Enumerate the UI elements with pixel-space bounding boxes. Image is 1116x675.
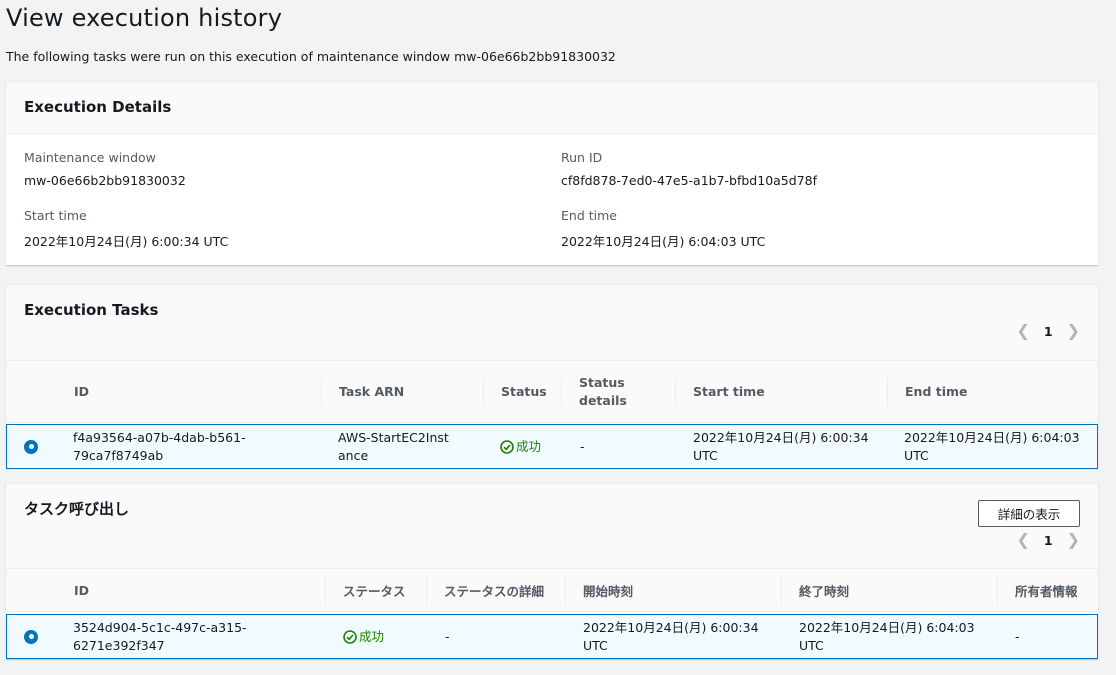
status-text: 成功 — [516, 438, 542, 454]
run-id-value: cf8fd878-7ed0-47e5-a1b7-bfbd10a5d78f — [561, 173, 818, 188]
start-time-field: Start time 2022年10月24日(月) 6:00:34 UTC — [24, 208, 228, 250]
end-time-field: End time 2022年10月24日(月) 6:04:03 UTC — [561, 208, 765, 250]
column-header-task-arn[interactable]: Task ARN — [321, 361, 483, 422]
column-header-id[interactable]: ID — [56, 361, 321, 422]
run-id-label: Run ID — [561, 150, 603, 165]
invocation-status-details-cell: - — [445, 628, 450, 644]
column-header-id[interactable]: ID — [56, 569, 325, 611]
page-number[interactable]: 1 — [1044, 533, 1053, 548]
page-description: The following tasks were run on this exe… — [6, 49, 616, 64]
execution-details-panel: Execution Details Maintenance window mw-… — [6, 81, 1098, 265]
page-number[interactable]: 1 — [1044, 324, 1053, 339]
maintenance-window-label: Maintenance window — [24, 150, 156, 165]
table-row[interactable]: f4a93564-a07b-4dab-b561-79ca7f8749ab AWS… — [6, 424, 1098, 469]
end-time-label: End time — [561, 208, 617, 223]
chevron-right-icon[interactable]: ❯ — [1067, 323, 1080, 339]
invocation-start-time-cell: 2022年10月24日(月) 6:00:34 UTC — [583, 619, 759, 653]
execution-details-header: Execution Details — [6, 82, 1098, 134]
task-id-cell: f4a93564-a07b-4dab-b561-79ca7f8749ab — [73, 429, 246, 463]
chevron-right-icon[interactable]: ❯ — [1067, 532, 1080, 548]
column-header-owner-info[interactable]: 所有者情報 — [997, 569, 1098, 611]
chevron-left-icon[interactable]: ❮ — [1016, 323, 1029, 339]
invocation-end-time-cell: 2022年10月24日(月) 6:04:03 UTC — [799, 619, 975, 653]
column-header-start-time[interactable]: 開始時刻 — [565, 569, 781, 611]
status-text: 成功 — [359, 628, 385, 644]
radio-selected-icon[interactable] — [24, 439, 38, 454]
execution-tasks-pagination: ❮ 1 ❯ — [1016, 323, 1080, 339]
column-header-status-details[interactable]: ステータスの詳細 — [426, 569, 565, 611]
column-header-start-time[interactable]: Start time — [675, 361, 887, 422]
maintenance-window-field: Maintenance window mw-06e66b2bb91830032 — [24, 150, 186, 188]
task-arn-cell: AWS-StartEC2Instance — [338, 429, 449, 463]
status-success: 成功 — [343, 628, 384, 646]
chevron-left-icon[interactable]: ❮ — [1016, 532, 1029, 548]
task-end-time-cell: 2022年10月24日(月) 6:04:03 UTC — [904, 429, 1080, 463]
column-header-end-time[interactable]: End time — [887, 361, 1098, 422]
execution-tasks-panel: Execution Tasks ❮ 1 ❯ ID Task ARN Status… — [6, 284, 1098, 469]
invocation-owner-info-cell: - — [1015, 628, 1020, 644]
invocation-status-cell: 成功 — [343, 615, 423, 658]
task-invocations-title: タスク呼び出し — [24, 500, 130, 518]
run-id-field: Run ID cf8fd878-7ed0-47e5-a1b7-bfbd10a5d… — [561, 150, 817, 188]
invocation-id-cell: 3524d904-5c1c-497c-a315-6271e392f347 — [73, 619, 247, 653]
page-title: View execution history — [6, 4, 283, 32]
column-header-status[interactable]: Status — [483, 361, 561, 422]
task-status-cell: 成功 — [500, 425, 548, 468]
status-success: 成功 — [500, 438, 544, 456]
execution-details-title: Execution Details — [24, 98, 172, 116]
column-header-status-details[interactable]: Status details — [561, 361, 675, 422]
start-time-value: 2022年10月24日(月) 6:00:34 UTC — [24, 234, 229, 249]
status-success-icon — [500, 439, 514, 454]
execution-tasks-table-header: ID Task ARN Status Status details Start … — [6, 360, 1098, 423]
status-success-icon — [343, 629, 357, 644]
column-header-status[interactable]: ステータス — [325, 569, 426, 611]
task-status-details-cell: - — [580, 438, 585, 454]
task-invocations-panel: タスク呼び出し 詳細の表示 ❮ 1 ❯ ID ステータス ステータスの詳細 開始… — [6, 483, 1098, 659]
column-header-end-time[interactable]: 終了時刻 — [781, 569, 997, 611]
table-row[interactable]: 3524d904-5c1c-497c-a315-6271e392f347 成功 … — [6, 614, 1098, 659]
task-invocations-pagination: ❮ 1 ❯ — [1016, 532, 1080, 548]
task-invocations-table-header: ID ステータス ステータスの詳細 開始時刻 終了時刻 所有者情報 — [6, 568, 1098, 612]
radio-selected-icon[interactable] — [24, 629, 38, 644]
maintenance-window-value: mw-06e66b2bb91830032 — [24, 173, 186, 188]
view-details-button[interactable]: 詳細の表示 — [978, 500, 1080, 527]
end-time-value: 2022年10月24日(月) 6:04:03 UTC — [561, 234, 766, 249]
task-start-time-cell: 2022年10月24日(月) 6:00:34 UTC — [693, 429, 869, 463]
execution-tasks-title: Execution Tasks — [24, 301, 159, 319]
start-time-label: Start time — [24, 208, 87, 223]
